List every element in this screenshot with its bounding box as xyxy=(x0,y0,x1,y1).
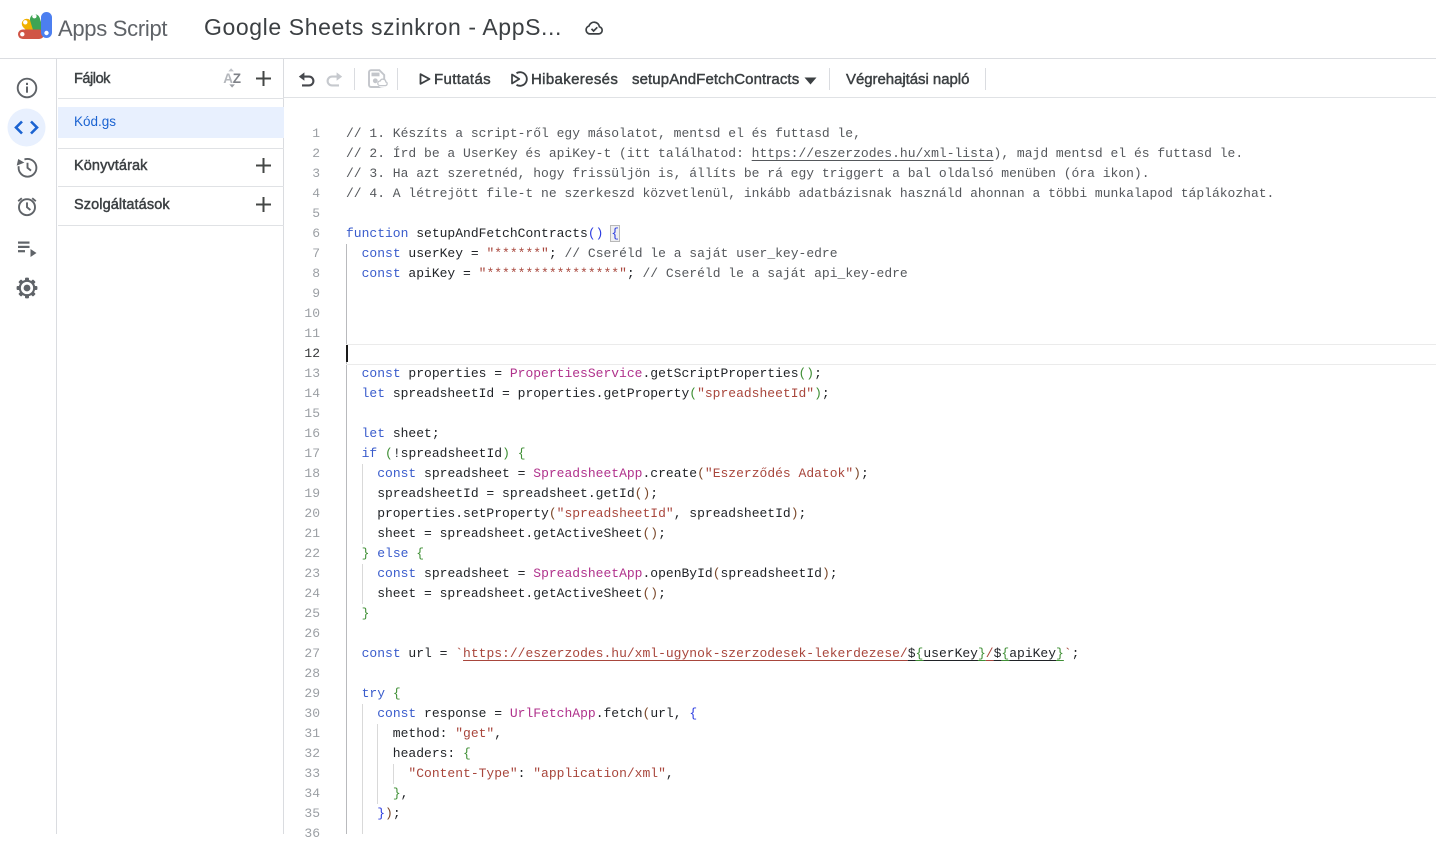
svg-text:A: A xyxy=(223,71,233,86)
svg-text:Z: Z xyxy=(233,71,241,86)
